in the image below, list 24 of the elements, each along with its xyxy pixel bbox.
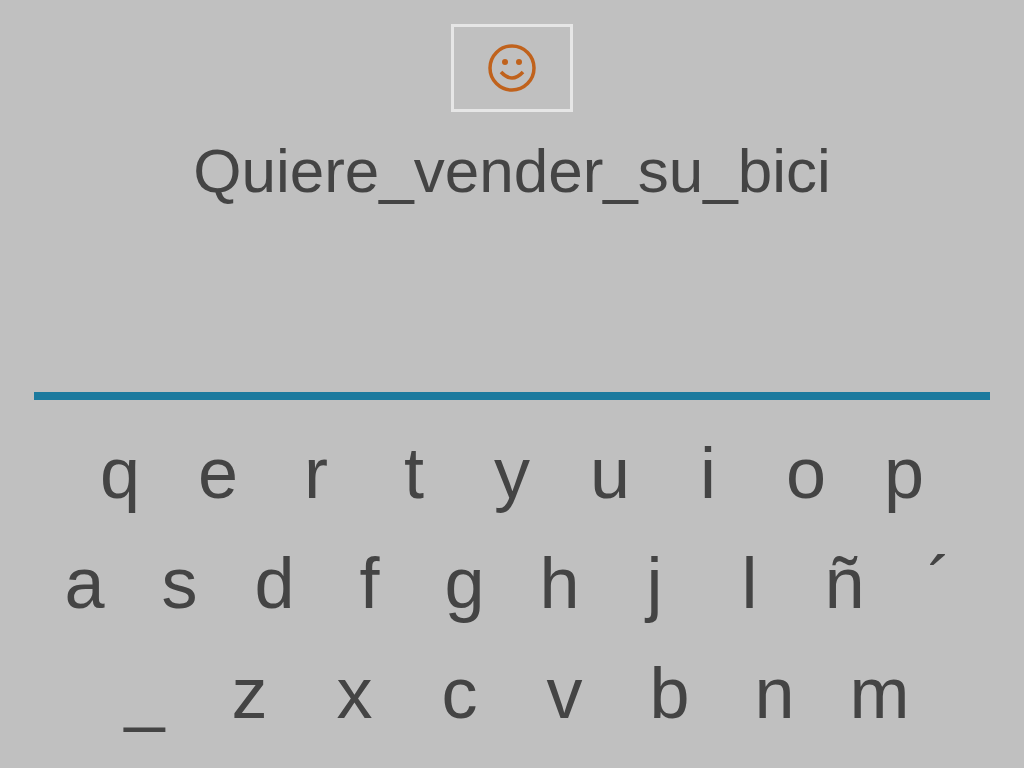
hint-button[interactable] [451,24,573,112]
letter-key[interactable]: u [561,437,659,509]
letter-key[interactable]: h [512,547,607,619]
letter-key[interactable]: l [702,547,797,619]
letter-key[interactable]: s [132,547,227,619]
letter-key[interactable]: f [322,547,417,619]
letter-key[interactable]: i [659,437,757,509]
letter-key[interactable]: r [267,437,365,509]
letter-key[interactable]: v [512,657,617,729]
letter-key[interactable]: t [365,437,463,509]
smiley-icon [487,43,537,93]
letter-key[interactable]: a [37,547,132,619]
letter-key[interactable]: z [197,657,302,729]
letter-key[interactable]: ñ [797,547,892,619]
letter-key[interactable]: x [302,657,407,729]
letter-key[interactable]: m [827,657,932,729]
letter-key[interactable]: e [169,437,267,509]
letter-key[interactable]: n [722,657,827,729]
letter-key[interactable]: c [407,657,512,729]
letter-key[interactable]: o [757,437,855,509]
phrase-text: Quiere_vender_su_bici [193,140,831,202]
letter-key[interactable]: d [227,547,322,619]
letter-key[interactable]: b [617,657,722,729]
letter-key[interactable]: ´ [892,547,987,619]
